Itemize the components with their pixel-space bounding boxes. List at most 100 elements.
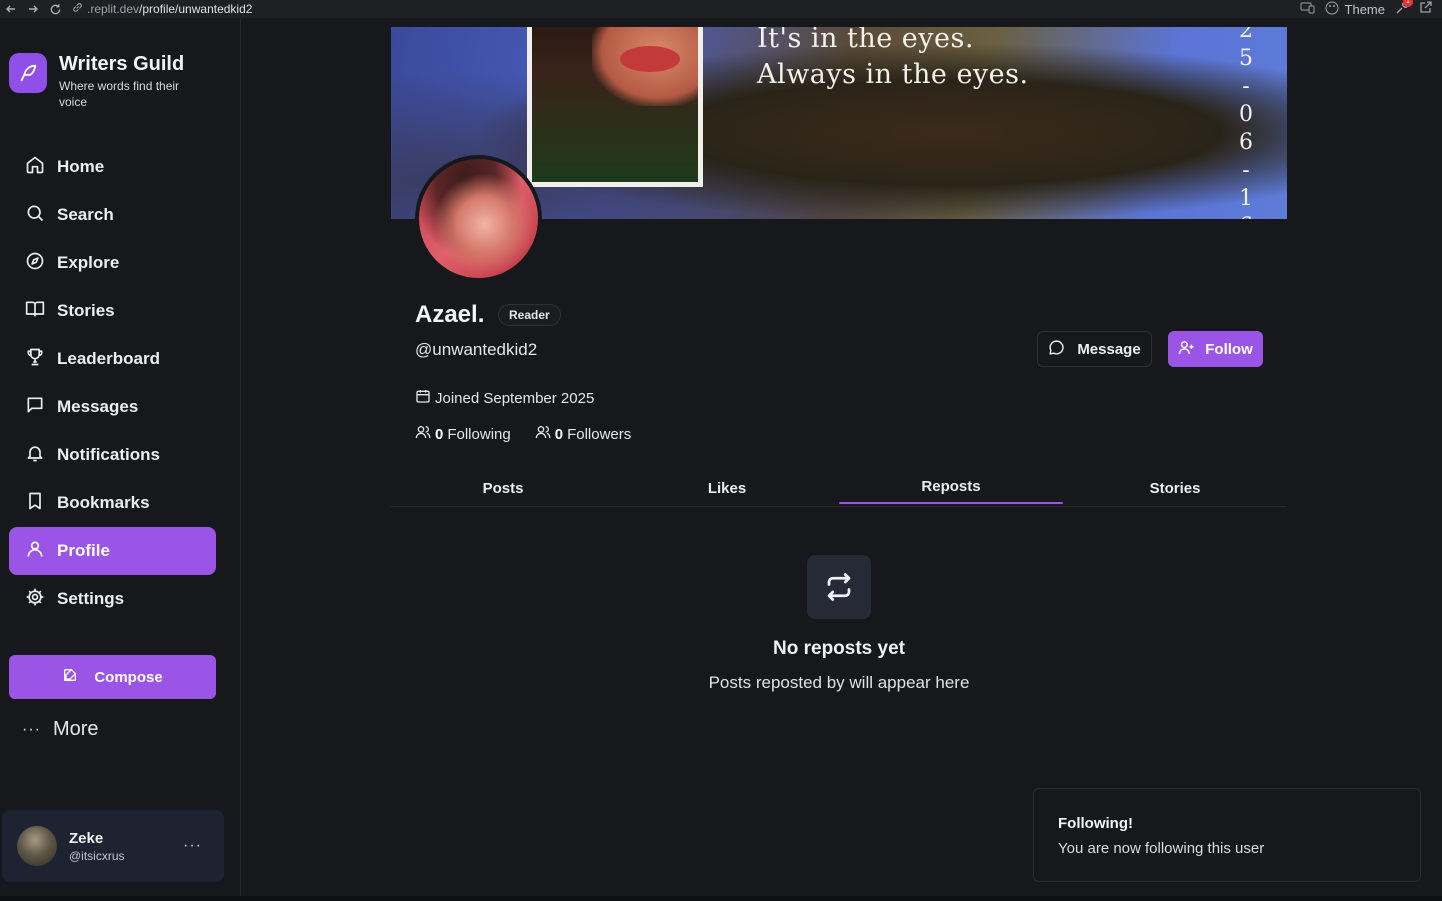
nav-label: Notifications — [57, 445, 160, 464]
bookmark-icon — [25, 491, 45, 516]
more-button[interactable]: ··· More — [22, 718, 99, 741]
bell-icon — [25, 443, 45, 468]
current-user-name: Zeke — [69, 829, 104, 847]
profile-handle: @unwantedkid2 — [415, 340, 538, 359]
browser-toolbar: .replit.dev/profile/unwantedkid2 Theme 1 — [0, 0, 1442, 18]
tab-stories[interactable]: Stories — [1063, 470, 1287, 506]
empty-state-title: No reposts yet — [773, 638, 905, 659]
message-button[interactable]: Message — [1037, 331, 1152, 367]
nav-item-notifications[interactable]: Notifications — [9, 431, 216, 479]
nav-item-bookmarks[interactable]: Bookmarks — [9, 479, 216, 527]
nav-item-home[interactable]: Home — [9, 143, 216, 191]
follow-label: Follow — [1205, 340, 1253, 358]
nav-item-explore[interactable]: Explore — [9, 239, 216, 287]
window-bottom-edge — [0, 896, 1442, 901]
reload-icon[interactable] — [44, 3, 66, 16]
followers-label: Followers — [567, 425, 632, 443]
banner-vertical-char: - — [1242, 158, 1250, 183]
user-plus-icon — [1178, 339, 1195, 360]
user-icon — [25, 539, 45, 564]
profile-avatar[interactable] — [415, 155, 542, 282]
brand-name: Writers Guild — [59, 53, 185, 75]
palette-icon — [1325, 1, 1339, 18]
nav-item-profile[interactable]: Profile — [9, 527, 216, 575]
notification-count-badge: 1 — [1403, 0, 1413, 7]
users-icon — [415, 424, 431, 444]
theme-button[interactable]: Theme — [1325, 1, 1385, 18]
tools-button[interactable]: 1 — [1395, 0, 1413, 18]
url-path: /profile/unwantedkid2 — [139, 2, 253, 16]
nav-item-messages[interactable]: Messages — [9, 383, 216, 431]
nav-label: Messages — [57, 397, 139, 416]
nav-label: Stories — [57, 301, 115, 320]
quill-icon — [9, 53, 47, 93]
current-user-handle: @itsicxrus — [69, 848, 125, 863]
banner-vertical-char: 0 — [1239, 102, 1253, 127]
following-count: 0 — [435, 425, 444, 443]
users-icon — [535, 424, 551, 444]
nav-item-leaderboard[interactable]: Leaderboard — [9, 335, 216, 383]
banner-quote-line: It's in the eyes. — [757, 27, 974, 54]
banner-vertical-char: 6 — [1239, 130, 1253, 155]
toast-notification[interactable]: Following! You are now following this us… — [1033, 788, 1421, 882]
nav-item-settings[interactable]: Settings — [9, 575, 216, 623]
nav-item-stories[interactable]: Stories — [9, 287, 216, 335]
home-icon — [25, 155, 45, 180]
url-host: .replit.dev — [87, 2, 140, 16]
message-label: Message — [1077, 340, 1141, 358]
compass-icon — [25, 251, 45, 276]
brand-tagline: Where words find their voice — [59, 79, 180, 109]
nav-label: Explore — [57, 253, 120, 272]
toast-message: You are now following this user — [1058, 840, 1265, 857]
avatar — [17, 826, 57, 866]
followers-count: 0 — [554, 425, 564, 443]
banner-vertical-char: 6 — [1237, 213, 1255, 219]
ellipsis-icon: ··· — [22, 720, 41, 738]
tab-reposts[interactable]: Reposts — [839, 470, 1063, 506]
forward-arrow-icon[interactable] — [22, 3, 44, 15]
banner-vertical-text: 2 5 - 0 6 - 1 6 — [1237, 27, 1255, 219]
banner-quote: It's in the eyes. Always in the eyes. — [757, 27, 1029, 93]
joined-label: Joined September 2025 — [435, 389, 595, 407]
back-arrow-icon[interactable] — [0, 3, 22, 15]
tab-likes[interactable]: Likes — [615, 470, 839, 506]
nav-label: Profile — [57, 541, 110, 560]
theme-label: Theme — [1344, 1, 1385, 17]
nav-label: Bookmarks — [57, 493, 150, 512]
edit-icon — [62, 667, 78, 687]
ellipsis-icon[interactable]: ··· — [183, 837, 202, 855]
repost-icon — [807, 555, 871, 619]
devices-icon[interactable] — [1300, 2, 1315, 17]
profile-tabs: Posts Likes Reposts Stories — [391, 470, 1287, 507]
following-stat[interactable]: 0 Following — [415, 424, 511, 444]
nav-item-search[interactable]: Search — [9, 191, 216, 239]
book-icon — [25, 299, 45, 324]
compose-button[interactable]: Compose — [9, 655, 216, 699]
role-badge: Reader — [498, 304, 561, 326]
profile-display-name: Azael. — [415, 301, 485, 328]
follow-stats: 0 Following 0 Followers — [415, 424, 631, 444]
trophy-icon — [25, 347, 45, 372]
nav-label: Home — [57, 157, 105, 176]
banner-vertical-char: 1 — [1239, 186, 1253, 211]
address-bar[interactable]: .replit.dev/profile/unwantedkid2 — [72, 2, 252, 16]
nav-label: Settings — [57, 589, 125, 608]
banner-vertical-char: 5 — [1239, 46, 1253, 71]
current-user-card[interactable]: Zeke @itsicxrus ··· — [2, 810, 224, 882]
more-label: More — [52, 718, 99, 740]
follow-button[interactable]: Follow — [1168, 331, 1263, 367]
chat-bubble-icon — [1048, 339, 1065, 360]
search-icon — [25, 203, 45, 228]
nav-label: Leaderboard — [57, 349, 160, 368]
message-icon — [25, 395, 45, 420]
external-link-icon[interactable] — [1419, 1, 1432, 17]
followers-stat[interactable]: 0 Followers — [535, 424, 632, 444]
calendar-icon — [415, 388, 431, 408]
empty-state-subtitle: Posts reposted by will appear here — [708, 673, 970, 692]
toast-title: Following! — [1058, 815, 1133, 832]
compose-label: Compose — [94, 668, 163, 686]
banner-vertical-char: - — [1242, 74, 1250, 99]
brand[interactable]: Writers Guild Where words find their voi… — [9, 53, 199, 110]
nav-label: Search — [57, 205, 114, 224]
tab-posts[interactable]: Posts — [391, 470, 615, 506]
